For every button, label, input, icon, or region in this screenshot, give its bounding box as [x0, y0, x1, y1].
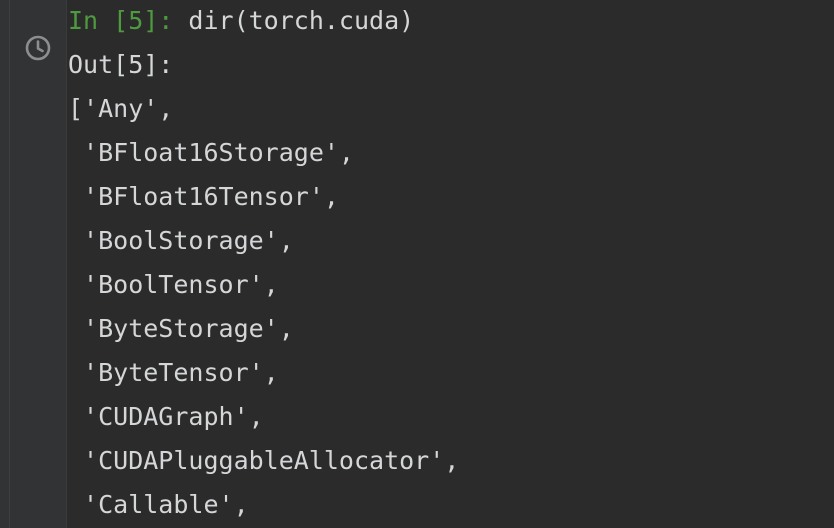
input-prompt: In [5]:	[68, 6, 174, 35]
output-line: 'CUDAPluggableAllocator',	[68, 446, 460, 475]
output-line: 'Callable',	[68, 490, 249, 519]
console-output-area[interactable]: In [5]: dir(torch.cuda) Out[5]: ['Any', …	[68, 0, 834, 528]
output-line: 'BoolTensor',	[68, 270, 279, 299]
output-line: 'BFloat16Tensor',	[68, 182, 339, 211]
output-line: 'BFloat16Storage',	[68, 138, 354, 167]
fold-chevron-icon	[22, 0, 48, 4]
gutter-divider	[66, 0, 67, 528]
clock-icon[interactable]	[24, 34, 52, 62]
output-line: 'ByteTensor',	[68, 358, 279, 387]
tool-window-strip	[0, 0, 9, 528]
output-prompt: Out[5]:	[68, 50, 174, 79]
output-line: ['Any',	[68, 94, 174, 123]
console-gutter	[10, 0, 66, 528]
output-line: 'BoolStorage',	[68, 226, 294, 255]
input-line: In [5]: dir(torch.cuda)	[68, 6, 414, 36]
output-line: 'CUDAGraph',	[68, 402, 264, 431]
input-command: dir(torch.cuda)	[173, 6, 415, 35]
python-console-window: In [5]: dir(torch.cuda) Out[5]: ['Any', …	[0, 0, 834, 528]
output-line: 'ByteStorage',	[68, 314, 294, 343]
